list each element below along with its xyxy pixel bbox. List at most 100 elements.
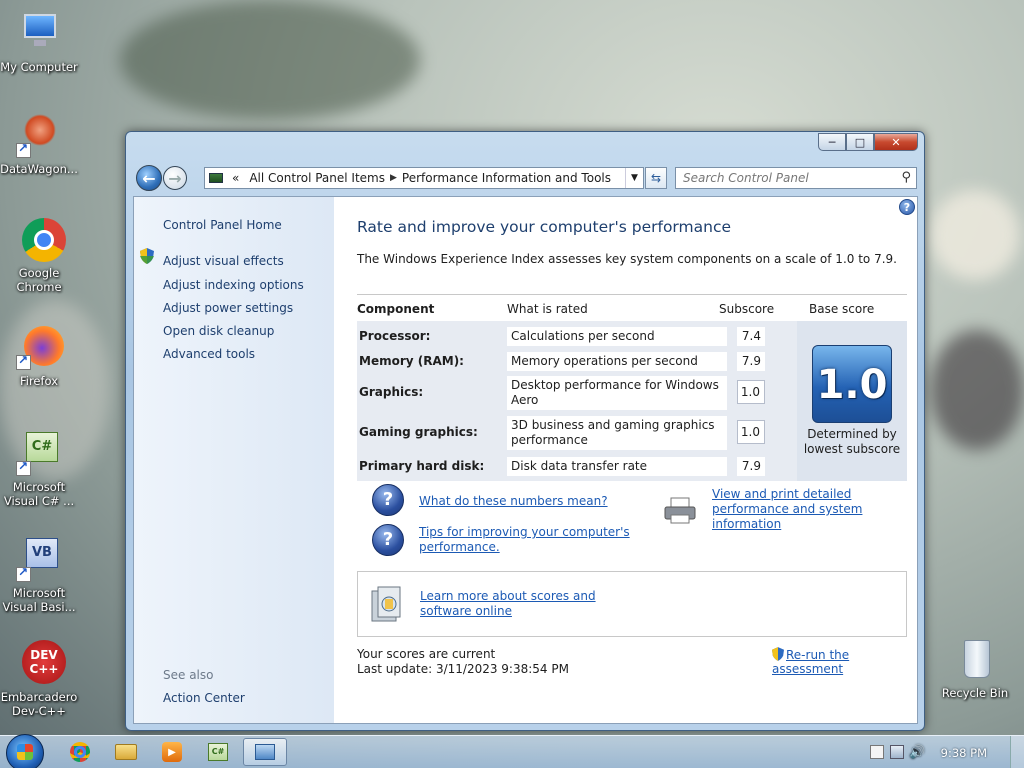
score-status: Your scores are current Last update: 3/1…: [357, 647, 569, 677]
page-title: Rate and improve your computer's perform…: [357, 218, 732, 236]
desktop-icon-label: Microsoft Visual Basi...: [2, 586, 76, 614]
shortcut-arrow-icon: [16, 141, 31, 158]
desktop-icon-devcpp[interactable]: DEV C++ Embarcadero Dev-C++: [0, 640, 78, 718]
row-subscore: 1.0: [737, 380, 765, 404]
forward-button[interactable]: →: [163, 166, 187, 190]
taskbar-control-panel[interactable]: [243, 738, 287, 766]
table-row: Processor: Calculations per second 7.4: [357, 325, 796, 349]
help-links: ? What do these numbers mean? ? Tips for…: [357, 484, 907, 574]
row-what-is-rated: Desktop performance for Windows Aero: [507, 376, 727, 410]
sidebar-control-panel-home[interactable]: Control Panel Home: [163, 218, 282, 232]
desktop-icon-visual-basic[interactable]: VB Microsoft Visual Basi...: [0, 536, 78, 614]
desktop-icon-label: My Computer: [0, 60, 78, 74]
window-client-area: Control Panel Home Adjust visual effects…: [133, 196, 918, 724]
row-what-is-rated: Disk data transfer rate: [507, 457, 727, 476]
maximize-button[interactable]: □: [846, 133, 874, 151]
link-tips-improving[interactable]: Tips for improving your computer's perfo…: [419, 525, 639, 555]
score-table: Component What is rated Subscore Base sc…: [357, 294, 907, 481]
row-component: Processor:: [359, 329, 431, 343]
table-body: Processor: Calculations per second 7.4 M…: [357, 321, 907, 481]
last-update-text: Last update: 3/11/2023 9:38:54 PM: [357, 662, 569, 676]
minimize-button[interactable]: ─: [818, 133, 846, 151]
base-score-panel: 1.0 Determined by lowest subscore: [797, 321, 907, 481]
taskbar-visual-csharp[interactable]: C#: [196, 738, 240, 766]
address-bar[interactable]: « All Control Panel Items ▶ Performance …: [204, 167, 644, 189]
table-row: Primary hard disk: Disk data transfer ra…: [357, 455, 796, 479]
rerun-assessment-link[interactable]: Re-run the assessment: [772, 647, 917, 676]
search-box: ⚲: [675, 167, 917, 189]
sidebar-item-adjust-power-settings[interactable]: Adjust power settings: [163, 301, 293, 315]
sidebar-item-adjust-indexing-options[interactable]: Adjust indexing options: [163, 278, 304, 292]
column-header-what-is-rated: What is rated: [507, 302, 588, 316]
row-what-is-rated: 3D business and gaming graphics performa…: [507, 416, 727, 450]
visual-csharp-icon: C#: [16, 430, 62, 476]
column-header-subscore: Subscore: [719, 302, 775, 316]
folder-icon: [115, 744, 137, 760]
desktop-icon-firefox[interactable]: Firefox: [0, 324, 78, 388]
volume-icon[interactable]: 🔊: [909, 745, 925, 760]
base-score-caption: Determined by lowest subscore: [803, 427, 901, 456]
wallpaper-moon: [930, 190, 1020, 280]
start-button[interactable]: [6, 734, 44, 768]
desktop-icon-chrome[interactable]: Google Chrome: [0, 216, 78, 294]
taskbar-media-player[interactable]: ▶: [150, 738, 194, 766]
address-root-chevron[interactable]: «: [227, 171, 244, 185]
table-row: Memory (RAM): Memory operations per seco…: [357, 350, 796, 374]
link-what-numbers-mean[interactable]: What do these numbers mean?: [419, 494, 608, 509]
desktop-icon-label: Google Chrome: [16, 266, 62, 294]
help-button[interactable]: ?: [899, 199, 915, 215]
link-learn-more-scores[interactable]: Learn more about scores and software onl…: [420, 589, 650, 619]
row-subscore: 7.4: [737, 327, 765, 346]
sidebar-item-open-disk-cleanup[interactable]: Open disk cleanup: [163, 324, 274, 338]
desktop-icon-datawagon[interactable]: DataWagon...: [0, 112, 78, 176]
sidebar-item-adjust-visual-effects[interactable]: Adjust visual effects: [163, 254, 284, 268]
desktop-icon-label: Firefox: [19, 374, 59, 388]
base-score-badge[interactable]: 1.0: [812, 345, 892, 423]
desktop-icon-label: Recycle Bin: [941, 686, 1009, 700]
back-button[interactable]: ←: [136, 165, 162, 191]
desktop-icon-my-computer[interactable]: My Computer: [0, 10, 78, 74]
table-header: Component What is rated Subscore Base sc…: [357, 294, 907, 321]
breadcrumb-separator-icon[interactable]: ▶: [390, 173, 397, 183]
devcpp-icon: DEV C++: [16, 640, 66, 686]
firefox-icon: [16, 324, 64, 370]
search-icon[interactable]: ⚲: [901, 170, 911, 185]
search-input[interactable]: [683, 171, 893, 185]
refresh-button[interactable]: ⇆: [645, 167, 667, 189]
network-icon[interactable]: [890, 745, 904, 759]
row-component: Memory (RAM):: [359, 354, 464, 368]
row-component: Primary hard disk:: [359, 459, 485, 473]
shortcut-arrow-icon: [16, 459, 31, 476]
system-tray: 🔊 9:38 PM: [854, 736, 1024, 768]
control-panel-icon: [255, 744, 275, 760]
action-center-flag-icon[interactable]: [870, 745, 884, 759]
clock[interactable]: 9:38 PM: [941, 746, 987, 760]
shortcut-arrow-icon: [16, 353, 31, 370]
row-subscore: 7.9: [737, 352, 765, 371]
arrow-left-icon: ←: [142, 168, 156, 188]
sidebar-item-advanced-tools[interactable]: Advanced tools: [163, 347, 255, 361]
link-view-print-details[interactable]: View and print detailed performance and …: [712, 487, 912, 532]
scores-current-text: Your scores are current: [357, 647, 496, 661]
desktop-icon-recycle-bin[interactable]: Recycle Bin: [936, 636, 1014, 700]
close-button[interactable]: ✕: [874, 133, 918, 151]
breadcrumb-all-control-panel-items[interactable]: All Control Panel Items: [244, 171, 390, 185]
sidebar-item-action-center[interactable]: Action Center: [163, 691, 245, 705]
taskbar-explorer[interactable]: [104, 738, 148, 766]
chrome-icon: [70, 742, 90, 762]
navigation-bar: ← → « All Control Panel Items ▶ Performa…: [134, 165, 917, 191]
breadcrumb-performance-tools[interactable]: Performance Information and Tools: [397, 171, 616, 185]
column-header-component: Component: [357, 302, 435, 316]
performance-window: ─ □ ✕ ← → « All Control Panel Items ▶ Pe…: [125, 131, 925, 731]
desktop-icon-label: Microsoft Visual C# ...: [3, 480, 75, 508]
row-subscore: 1.0: [737, 420, 765, 444]
control-panel-icon: [209, 173, 223, 183]
computer-icon: [16, 10, 62, 56]
refresh-icon: ⇆: [650, 171, 662, 185]
address-dropdown-button[interactable]: ▼: [625, 168, 643, 188]
desktop-icon-visual-csharp[interactable]: C# Microsoft Visual C# ...: [0, 430, 78, 508]
show-desktop-button[interactable]: [1010, 736, 1024, 768]
taskbar-chrome[interactable]: [58, 738, 102, 766]
help-icon: ?: [903, 201, 911, 214]
table-row: Gaming graphics: 3D business and gaming …: [357, 415, 796, 451]
